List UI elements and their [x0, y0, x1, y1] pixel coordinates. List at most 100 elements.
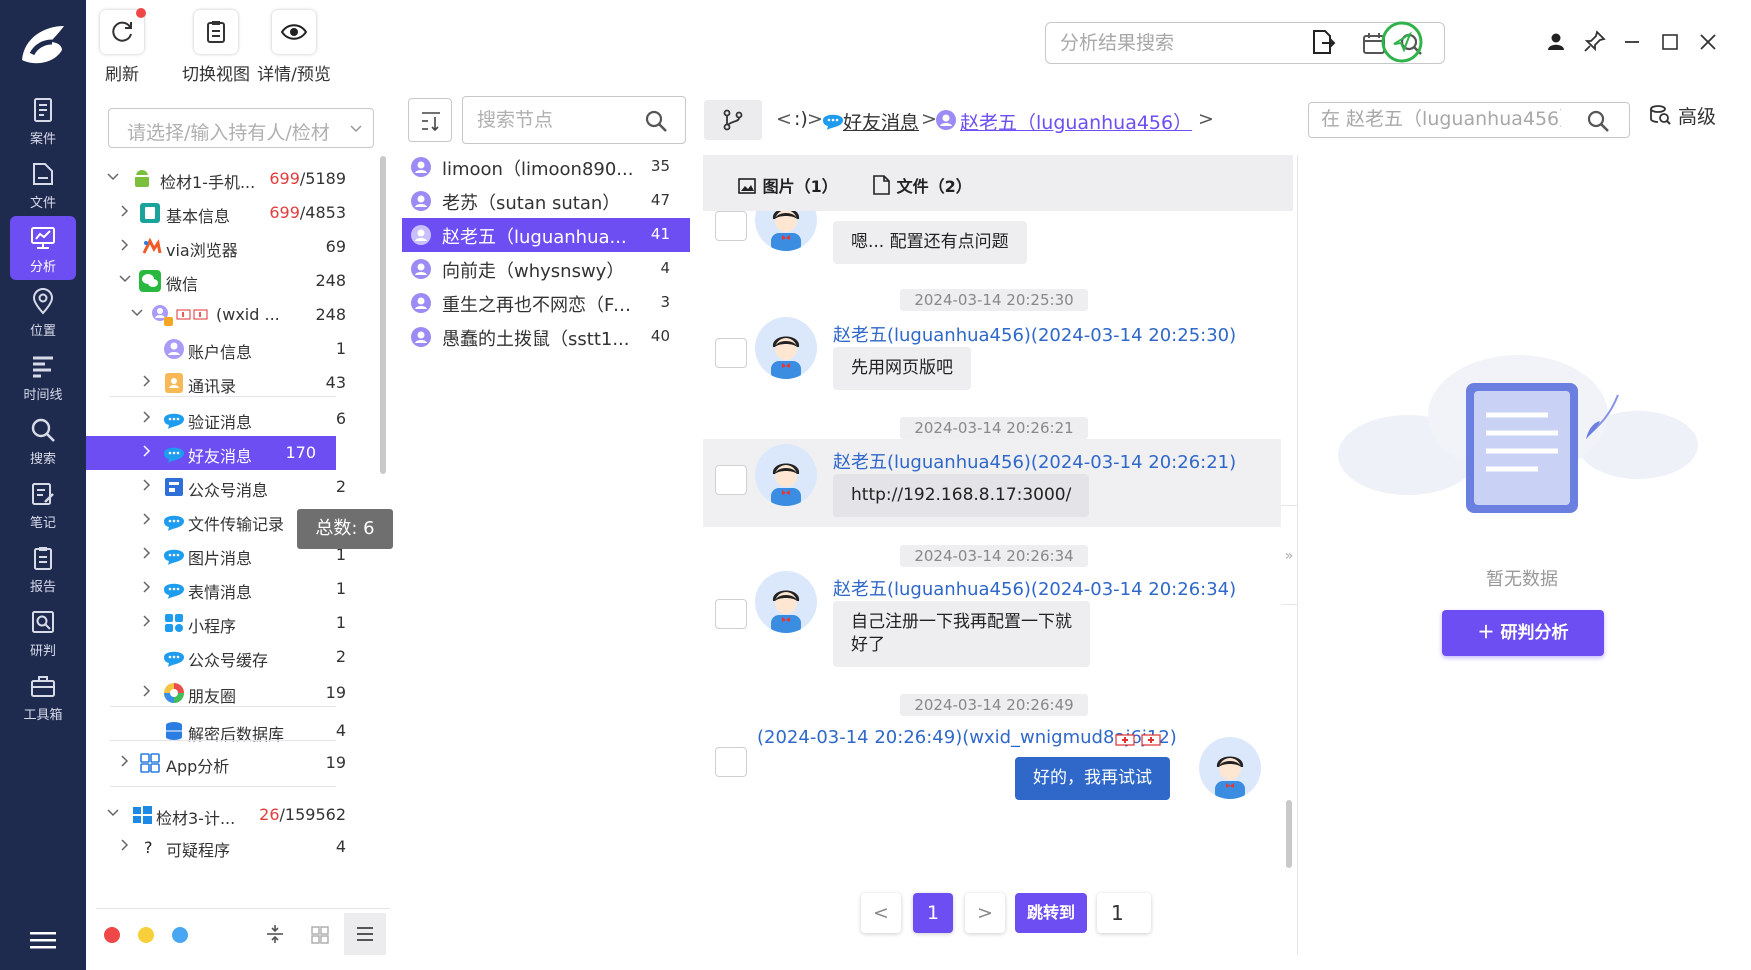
breadcrumb-back[interactable]: < — [776, 108, 792, 130]
nav-item-analysis[interactable]: 分析 — [10, 216, 76, 280]
tree-row[interactable]: ? 可疑程序 4 — [96, 830, 376, 864]
breadcrumb-contact[interactable]: 赵老五（luguanhua456） — [960, 108, 1192, 135]
tree-row[interactable]: 通讯录 43 — [96, 366, 376, 400]
tree-row[interactable]: 朋友圈 19 — [96, 676, 376, 710]
nav-item-case[interactable]: 案件 — [10, 88, 76, 152]
jump-to-button[interactable]: 跳转到 — [1015, 893, 1087, 933]
tab-files[interactable]: 文件（2） — [871, 173, 972, 197]
grid-view-icon[interactable] — [310, 925, 330, 945]
chevron-down-icon[interactable] — [106, 806, 120, 820]
status-dot-blue[interactable] — [172, 927, 188, 943]
message-checkbox[interactable] — [715, 747, 747, 777]
chevron-right-icon[interactable] — [140, 512, 154, 526]
sender-name[interactable]: 赵老五(luguanhua456)(2024-03-14 20:26:21) — [833, 448, 1236, 474]
chevron-right-icon[interactable] — [118, 754, 132, 768]
user-icon[interactable] — [1542, 28, 1570, 56]
tree-row[interactable]: 好友消息 170 — [86, 436, 336, 470]
list-view-button[interactable] — [344, 913, 386, 955]
switch-view-button[interactable]: 切换视图 — [178, 10, 254, 85]
breadcrumb-category[interactable]: 好友消息 — [843, 108, 919, 135]
collapse-right-panel-handle[interactable]: » — [1281, 505, 1297, 605]
message-checkbox[interactable] — [715, 338, 747, 368]
page-number-button[interactable]: 1 — [913, 893, 953, 933]
chevron-right-icon[interactable] — [140, 684, 154, 698]
chevron-right-icon[interactable] — [140, 546, 154, 560]
chevron-right-icon[interactable] — [118, 838, 132, 852]
nav-item-toolbox[interactable]: 工具箱 — [10, 664, 76, 728]
tree-row[interactable]: 公众号消息 2 — [96, 470, 376, 504]
tab-images[interactable]: 图片（1） — [737, 173, 838, 197]
chevron-right-icon[interactable] — [140, 374, 154, 388]
node-search-field[interactable] — [462, 96, 686, 144]
chevron-down-icon[interactable] — [118, 272, 132, 286]
contact-item[interactable]: 赵老五（luguanhua... 41 — [402, 218, 690, 252]
message-scrollbar[interactable] — [1286, 800, 1292, 868]
status-dot-yellow[interactable] — [138, 927, 154, 943]
tree-row[interactable]: 账户信息 1 — [96, 332, 376, 366]
breadcrumb-root[interactable]: :) — [794, 108, 808, 130]
tree-row[interactable]: 微信 248 — [96, 264, 376, 298]
contact-item[interactable]: 愚蠢的土拨鼠（sstt1... 40 — [402, 320, 690, 354]
chevron-down-icon[interactable] — [106, 170, 120, 184]
nav-item-timeline[interactable]: 时间线 — [10, 344, 76, 408]
tree-row[interactable]: 验证消息 6 — [96, 402, 376, 436]
tree-row[interactable]: 基本信息 699/4853 — [96, 196, 376, 230]
tree-row[interactable]: 检材3-计... 26/159562 — [96, 798, 376, 832]
maximize-icon[interactable] — [1656, 28, 1684, 56]
nav-item-file[interactable]: 文件 — [10, 152, 76, 216]
tree-row[interactable]: App分析 19 — [96, 746, 376, 780]
status-dot-red[interactable] — [104, 927, 120, 943]
pin-icon[interactable] — [1580, 28, 1608, 56]
tree-row[interactable]: 公众号缓存 2 — [96, 640, 376, 674]
sender-name[interactable]: 赵老五(luguanhua456)(2024-03-14 20:25:30) — [833, 321, 1236, 347]
chevron-right-icon[interactable] — [140, 580, 154, 594]
chevron-down-icon[interactable] — [130, 306, 144, 320]
close-icon[interactable] — [1694, 28, 1722, 56]
chevron-right-icon[interactable] — [118, 204, 132, 218]
contact-item[interactable]: 老苏（sutan sutan） 47 — [402, 184, 690, 218]
menu-icon[interactable] — [30, 930, 56, 950]
message-checkbox[interactable] — [715, 465, 747, 495]
jump-page-input[interactable]: 1 — [1097, 893, 1151, 933]
chat-search-field[interactable] — [1308, 102, 1630, 138]
export-icon[interactable] — [1308, 28, 1336, 56]
nav-item-judge[interactable]: 研判 — [10, 600, 76, 664]
node-search-input[interactable] — [477, 109, 637, 131]
message-checkbox[interactable] — [715, 599, 747, 629]
search-icon[interactable] — [643, 108, 669, 134]
nav-item-search[interactable]: 搜索 — [10, 408, 76, 472]
nav-item-location[interactable]: 位置 — [10, 280, 76, 344]
chevron-right-icon[interactable] — [140, 478, 154, 492]
search-icon[interactable] — [1585, 108, 1611, 134]
sort-button[interactable] — [408, 98, 452, 142]
tree-row[interactable]: 检材1-手机... 699/5189 — [96, 162, 376, 196]
refresh-button[interactable]: 刷新 — [100, 8, 146, 85]
minimize-icon[interactable] — [1618, 28, 1646, 56]
nav-item-note[interactable]: 笔记 — [10, 472, 76, 536]
chevron-right-icon[interactable] — [140, 614, 154, 628]
sync-status-icon[interactable] — [1380, 20, 1424, 64]
prev-page-button[interactable]: < — [861, 893, 901, 933]
chevron-right-icon[interactable] — [140, 444, 154, 458]
tree-row[interactable]: 解密后数据库 4 — [96, 714, 376, 748]
contact-item[interactable]: 重生之再也不网恋（Fil... 3 — [402, 286, 690, 320]
collapse-all-icon[interactable] — [264, 923, 286, 945]
analyze-button[interactable]: ＋ 研判分析 — [1442, 610, 1604, 656]
contact-item[interactable]: limoon（limoon890... 35 — [402, 150, 690, 184]
contact-item[interactable]: 向前走（whysnswy） 4 — [402, 252, 690, 286]
detail-preview-button[interactable]: 详情/预览 — [254, 10, 334, 85]
tree-row[interactable]: via浏览器 69 — [96, 230, 376, 264]
message-checkbox[interactable] — [715, 211, 747, 241]
advanced-search-button[interactable]: 高级 — [1648, 102, 1716, 129]
tree-row[interactable]: (wxid ... 248 — [96, 298, 376, 332]
chat-search-input[interactable] — [1321, 108, 1561, 130]
holder-select[interactable]: 请选择/输入持有人/检材 — [108, 108, 374, 148]
nav-item-report[interactable]: 报告 — [10, 536, 76, 600]
tree-row[interactable]: 表情消息 1 — [96, 572, 376, 606]
sender-name[interactable]: 赵老五(luguanhua456)(2024-03-14 20:26:34) — [833, 575, 1236, 601]
next-page-button[interactable]: > — [965, 893, 1005, 933]
breadcrumb-forward[interactable]: > — [1198, 108, 1214, 130]
branch-button[interactable] — [704, 100, 762, 140]
tree-scrollbar[interactable] — [380, 156, 386, 474]
chevron-right-icon[interactable] — [118, 238, 132, 252]
